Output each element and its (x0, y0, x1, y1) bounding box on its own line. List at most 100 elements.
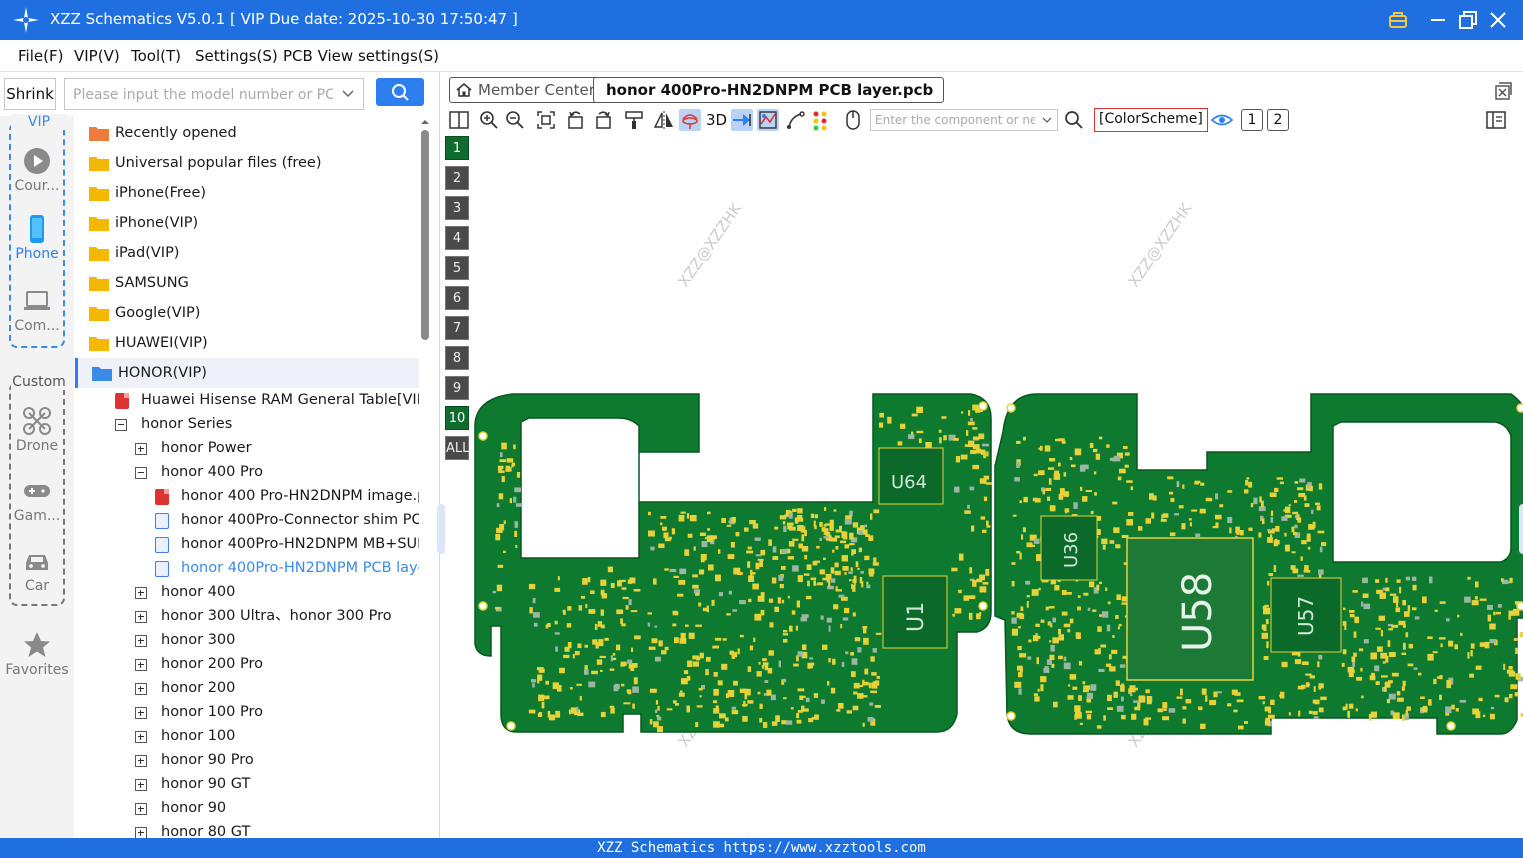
tab-active-pcb[interactable]: honor 400Pro-HN2DNPM PCB layer.pcb (593, 77, 945, 103)
pin-arrow-icon[interactable] (731, 109, 753, 131)
zoom-in-icon[interactable] (478, 109, 500, 131)
menu-file[interactable]: File(F) (18, 47, 63, 65)
menu-vip[interactable]: VIP(V) (74, 47, 120, 65)
tree-scrollbar[interactable] (419, 116, 431, 838)
layer-button-1[interactable]: 1 (445, 136, 469, 160)
menu-tool[interactable]: Tool(T) (131, 47, 181, 65)
view-2-button[interactable]: 2 (1267, 109, 1289, 131)
tree-folder[interactable]: iPhone(VIP) (75, 208, 419, 238)
tree-node[interactable]: honor 300 Ultra、honor 300 Pro (75, 604, 419, 628)
right-collapse-handle[interactable] (1519, 504, 1523, 554)
expand-icon[interactable] (135, 635, 147, 647)
expand-icon[interactable] (135, 803, 147, 815)
minimize-icon[interactable] (1426, 8, 1450, 32)
tree-folder[interactable]: SAMSUNG (75, 268, 419, 298)
tab-member-center[interactable]: Member Center (449, 77, 606, 103)
layer-button-6[interactable]: 6 (445, 286, 469, 310)
search-icon[interactable] (1063, 109, 1085, 131)
trace-icon[interactable] (785, 109, 807, 131)
probe-icon[interactable] (679, 109, 701, 131)
tree-node[interactable]: honor 200 Pro (75, 652, 419, 676)
tree-file[interactable]: Huawei Hisense RAM General Table[VIP].pd… (75, 388, 419, 412)
split-view-icon[interactable] (448, 109, 470, 131)
expand-icon[interactable] (135, 827, 147, 838)
tree-folder[interactable]: Universal popular files (free) (75, 148, 419, 178)
tree-file[interactable]: honor 400 Pro-HN2DNPM image.pdf (75, 484, 419, 508)
pcb-canvas[interactable]: XZZ@XZZHK XZZ@XZZHK XZZ@XZZHK XZZ@XZZHK … (471, 136, 1523, 838)
tree-node[interactable]: honor 100 (75, 724, 419, 748)
tree-node[interactable]: honor Power (75, 436, 419, 460)
mirror-icon[interactable] (653, 109, 675, 131)
menu-pcb-view-settings[interactable]: PCB View settings(S) (283, 47, 439, 65)
component-search-input[interactable] (875, 112, 1035, 128)
expand-icon[interactable] (135, 587, 147, 599)
fit-view-icon[interactable] (535, 109, 557, 131)
tree-node[interactable]: honor 100 Pro (75, 700, 419, 724)
restore-icon[interactable] (1456, 8, 1480, 32)
rotate-left-icon[interactable] (565, 109, 587, 131)
eye-icon[interactable] (1211, 109, 1233, 131)
color-scheme-button[interactable]: [ColorScheme] (1094, 108, 1208, 132)
rotate-right-icon[interactable] (592, 109, 614, 131)
expand-icon[interactable] (135, 779, 147, 791)
nav-car[interactable]: Car (0, 546, 74, 594)
search-button[interactable] (376, 78, 424, 106)
scrollbar-thumb[interactable] (421, 130, 429, 340)
panel-toggle-icon[interactable] (1485, 109, 1507, 131)
chevron-down-icon[interactable] (1041, 114, 1053, 126)
tree-folder[interactable]: iPad(VIP) (75, 238, 419, 268)
layer-button-4[interactable]: 4 (445, 226, 469, 250)
vip-icon[interactable] (1386, 8, 1410, 32)
menu-settings[interactable]: Settings(S) (195, 47, 278, 65)
tree-file[interactable]: honor 400Pro-HN2DNPM PCB layer.pcb (75, 556, 419, 580)
expand-icon[interactable] (135, 755, 147, 767)
layer-button-all[interactable]: ALL (445, 436, 469, 460)
nav-favorites[interactable]: Favorites (0, 630, 74, 678)
mouse-icon[interactable] (842, 109, 864, 131)
chevron-down-icon[interactable] (341, 86, 355, 100)
layer-button-8[interactable]: 8 (445, 346, 469, 370)
expand-icon[interactable] (135, 659, 147, 671)
scroll-up-icon[interactable] (421, 118, 429, 126)
model-search-input[interactable] (73, 85, 333, 105)
tree-folder[interactable]: Google(VIP) (75, 298, 419, 328)
tree-folder[interactable]: iPhone(Free) (75, 178, 419, 208)
collapse-icon[interactable] (135, 467, 147, 479)
expand-icon[interactable] (135, 443, 147, 455)
tree-file[interactable]: honor 400Pro-Connector shim PCB layer (75, 508, 419, 532)
tree-node[interactable]: honor 90 (75, 796, 419, 820)
tree-node[interactable]: honor 200 (75, 676, 419, 700)
tree-node[interactable]: honor 400 (75, 580, 419, 604)
tree-node[interactable]: honor Series (75, 412, 419, 436)
tree-folder[interactable]: HONOR(VIP) (75, 358, 419, 388)
layer-button-10[interactable]: 10 (445, 406, 469, 430)
tree-node[interactable]: honor 90 Pro (75, 748, 419, 772)
pcb-board[interactable]: U64 U1 U36 U58 U57 (471, 136, 1523, 838)
layer-button-2[interactable]: 2 (445, 166, 469, 190)
expand-icon[interactable] (135, 731, 147, 743)
tree-node[interactable]: honor 80 GT (75, 820, 419, 838)
layer-colors-icon[interactable] (811, 109, 833, 131)
net-highlight-icon[interactable] (757, 109, 779, 131)
zoom-out-icon[interactable] (504, 109, 526, 131)
layer-button-7[interactable]: 7 (445, 316, 469, 340)
layer-button-9[interactable]: 9 (445, 376, 469, 400)
left-collapse-handle[interactable] (437, 504, 445, 554)
layer-button-3[interactable]: 3 (445, 196, 469, 220)
shrink-button[interactable]: Shrink (4, 78, 56, 110)
paint-brush-icon[interactable] (623, 109, 645, 131)
nav-game[interactable]: Gam... (0, 476, 74, 524)
layer-button-5[interactable]: 5 (445, 256, 469, 280)
nav-phone[interactable]: Phone (0, 214, 74, 262)
nav-courses[interactable]: Cour... (0, 146, 74, 194)
expand-icon[interactable] (135, 707, 147, 719)
nav-computer[interactable]: Com... (0, 286, 74, 334)
tree-folder[interactable]: HUAWEI(VIP) (75, 328, 419, 358)
expand-icon[interactable] (135, 683, 147, 695)
close-icon[interactable] (1486, 8, 1510, 32)
expand-icon[interactable] (135, 611, 147, 623)
collapse-icon[interactable] (115, 419, 127, 431)
tree-node[interactable]: honor 300 (75, 628, 419, 652)
view-1-button[interactable]: 1 (1241, 109, 1263, 131)
nav-drone[interactable]: Drone (0, 406, 74, 454)
